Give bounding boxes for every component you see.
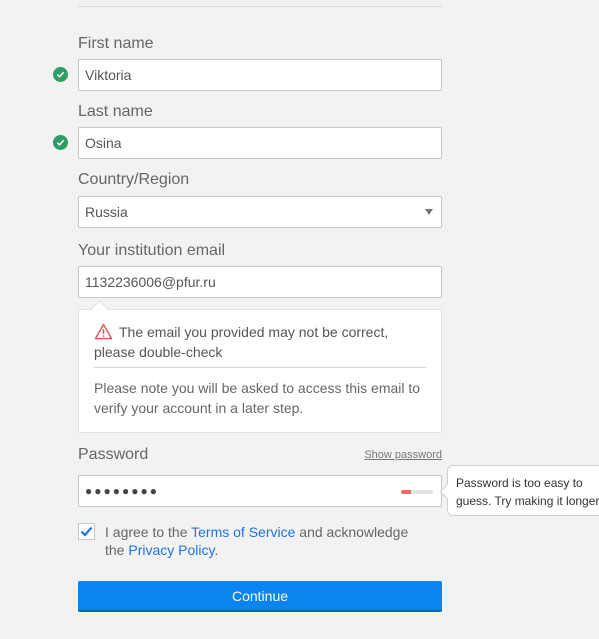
password-tooltip-text: Password is too easy to guess. Try makin… xyxy=(456,476,599,508)
privacy-policy-link[interactable]: Privacy Policy xyxy=(128,542,214,558)
first-name-valid-icon xyxy=(53,67,68,82)
show-password-link[interactable]: Show password xyxy=(364,449,442,461)
top-divider xyxy=(78,6,442,7)
email-label: Your institution email xyxy=(78,242,226,259)
chevron-down-icon xyxy=(425,209,433,215)
tooltip-pointer xyxy=(439,483,456,500)
agreement-suffix: . xyxy=(214,542,219,558)
email-input[interactable]: 1132236006@pfur.ru xyxy=(78,266,442,298)
checkmark-icon xyxy=(80,526,93,537)
warning-divider xyxy=(94,367,426,368)
last-name-valid-icon xyxy=(53,135,68,150)
password-strength-meter xyxy=(401,490,433,494)
password-strength-fill xyxy=(401,490,411,494)
country-selected-value: Russia xyxy=(85,204,128,220)
last-name-label: Last name xyxy=(78,103,153,120)
first-name-label: First name xyxy=(78,35,154,52)
email-verification-note: Please note you will be asked to access … xyxy=(94,380,421,416)
terms-of-service-link[interactable]: Terms of Service xyxy=(191,524,295,540)
country-select[interactable]: Russia xyxy=(78,196,442,228)
continue-button[interactable]: Continue xyxy=(78,581,442,612)
terms-agreement-text: I agree to the Terms of Service and ackn… xyxy=(105,523,425,559)
password-input[interactable]: ●●●●●●●● xyxy=(78,475,442,507)
password-strength-tooltip: Password is too easy to guess. Try makin… xyxy=(439,465,599,516)
password-label: Password xyxy=(78,446,149,463)
first-name-input[interactable]: Viktoria xyxy=(78,59,442,91)
password-masked-value: ●●●●●●●● xyxy=(85,484,159,498)
agreement-prefix: I agree to the xyxy=(105,524,192,540)
country-label: Country/Region xyxy=(78,171,190,188)
warning-triangle-icon xyxy=(94,323,113,340)
warning-box-pointer xyxy=(90,300,109,319)
last-name-input[interactable]: Osina xyxy=(78,127,442,159)
email-warning-text: The email you provided may not be correc… xyxy=(94,324,389,360)
terms-checkbox[interactable] xyxy=(78,523,95,540)
email-warning-box: The email you provided may not be correc… xyxy=(78,300,442,433)
